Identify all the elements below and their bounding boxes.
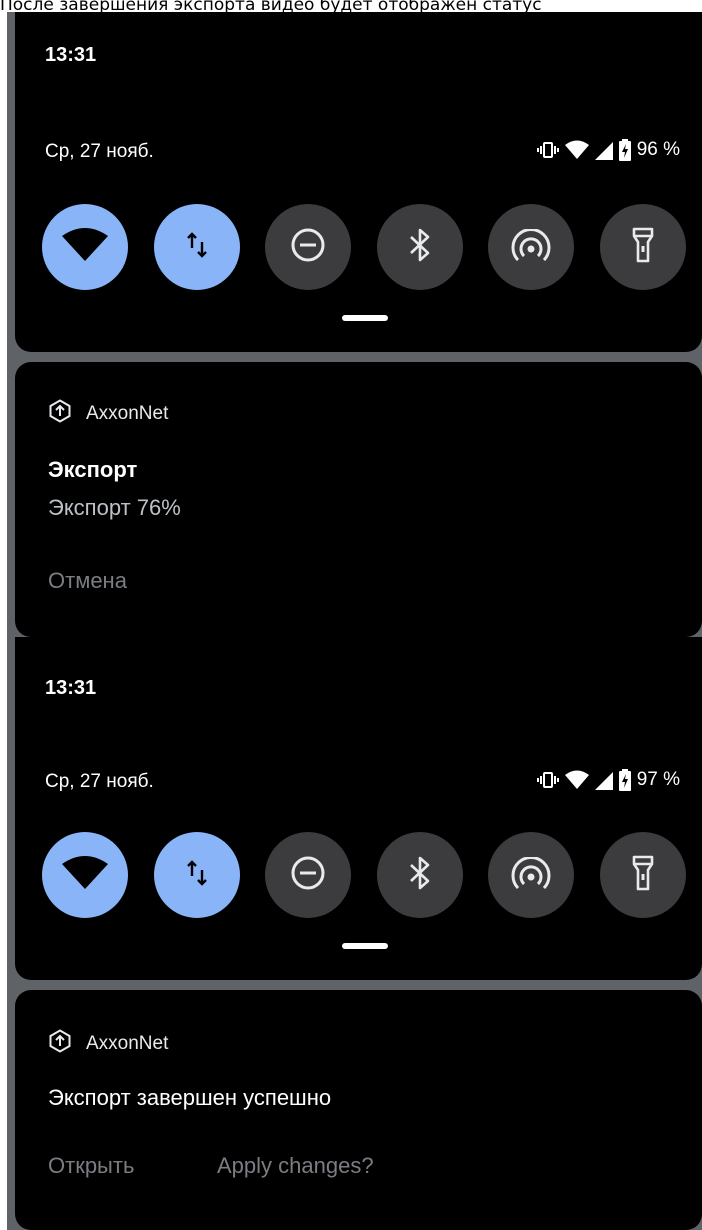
- date-label: Ср, 27 нояб.: [45, 141, 154, 162]
- hotspot-tile[interactable]: [488, 832, 575, 918]
- notification-title: Экспорт: [48, 457, 138, 482]
- battery-icon: [618, 139, 631, 161]
- quick-settings-panel: 13:31 Ср, 27 нояб. 96 %: [15, 12, 702, 352]
- drag-handle[interactable]: [342, 315, 388, 321]
- flashlight-icon: [632, 227, 654, 268]
- open-button[interactable]: Открыть: [48, 1153, 134, 1179]
- status-time: 13:31: [45, 677, 97, 699]
- flashlight-tile[interactable]: [599, 204, 686, 290]
- notification-text: Экспорт 76%: [48, 495, 181, 520]
- wifi-icon: [62, 227, 108, 267]
- wifi-status-icon: [564, 770, 589, 790]
- battery-percent: 97 %: [636, 769, 680, 790]
- wifi-tile[interactable]: [42, 204, 128, 290]
- mobile-data-icon: [185, 859, 209, 892]
- notification-header: AxxonNet: [48, 1029, 168, 1059]
- app-icon: [48, 399, 72, 429]
- battery-percent: 96 %: [636, 139, 680, 160]
- mobile-data-icon: [185, 231, 209, 264]
- bluetooth-tile[interactable]: [376, 204, 463, 290]
- quick-settings-panel: 13:31 Ср, 27 нояб. 97 %: [15, 637, 702, 980]
- flashlight-tile[interactable]: [599, 832, 686, 918]
- wifi-tile[interactable]: [42, 832, 128, 918]
- app-name: AxxonNet: [86, 403, 169, 424]
- do-not-disturb-icon: [290, 855, 326, 896]
- hotspot-icon: [511, 227, 551, 266]
- date-label: Ср, 27 нояб.: [45, 771, 154, 792]
- phone-screen-2: 13:31 Ср, 27 нояб. 97 % AxxonNet Экспорт…: [7, 637, 702, 1230]
- vibrate-icon: [536, 771, 559, 789]
- cancel-button[interactable]: Отмена: [48, 568, 127, 594]
- notification-card[interactable]: AxxonNet Экспорт Экспорт 76% Отмена: [15, 362, 702, 637]
- drag-handle[interactable]: [342, 943, 388, 949]
- status-icons: 97 %: [536, 769, 680, 791]
- wifi-icon: [62, 855, 108, 895]
- flashlight-icon: [632, 855, 654, 896]
- do-not-disturb-tile[interactable]: [265, 204, 352, 290]
- bluetooth-icon: [408, 855, 432, 896]
- notification-header: AxxonNet: [48, 399, 168, 429]
- wifi-status-icon: [564, 140, 589, 160]
- status-icons: 96 %: [536, 139, 680, 161]
- bluetooth-tile[interactable]: [376, 832, 463, 918]
- app-name: AxxonNet: [86, 1033, 169, 1054]
- mobile-data-tile[interactable]: [153, 832, 240, 918]
- status-time: 13:31: [45, 44, 97, 66]
- app-icon: [48, 1029, 72, 1059]
- vibrate-icon: [536, 141, 559, 159]
- signal-icon: [594, 140, 613, 160]
- notification-card[interactable]: AxxonNet Экспорт завершен успешно Открыт…: [15, 990, 702, 1230]
- hotspot-icon: [511, 855, 551, 894]
- do-not-disturb-icon: [290, 227, 326, 268]
- apply-changes-button[interactable]: Apply changes?: [217, 1153, 374, 1179]
- battery-icon: [618, 769, 631, 791]
- quick-tiles: [42, 832, 686, 918]
- do-not-disturb-tile[interactable]: [265, 832, 352, 918]
- quick-tiles: [42, 204, 686, 290]
- notification-title: Экспорт завершен успешно: [48, 1085, 332, 1110]
- mobile-data-tile[interactable]: [153, 204, 240, 290]
- phone-screen-1: 13:31 Ср, 27 нояб. 96 % AxxonNet Экспорт…: [7, 12, 702, 637]
- bluetooth-icon: [408, 227, 432, 268]
- signal-icon: [594, 770, 613, 790]
- hotspot-tile[interactable]: [488, 204, 575, 290]
